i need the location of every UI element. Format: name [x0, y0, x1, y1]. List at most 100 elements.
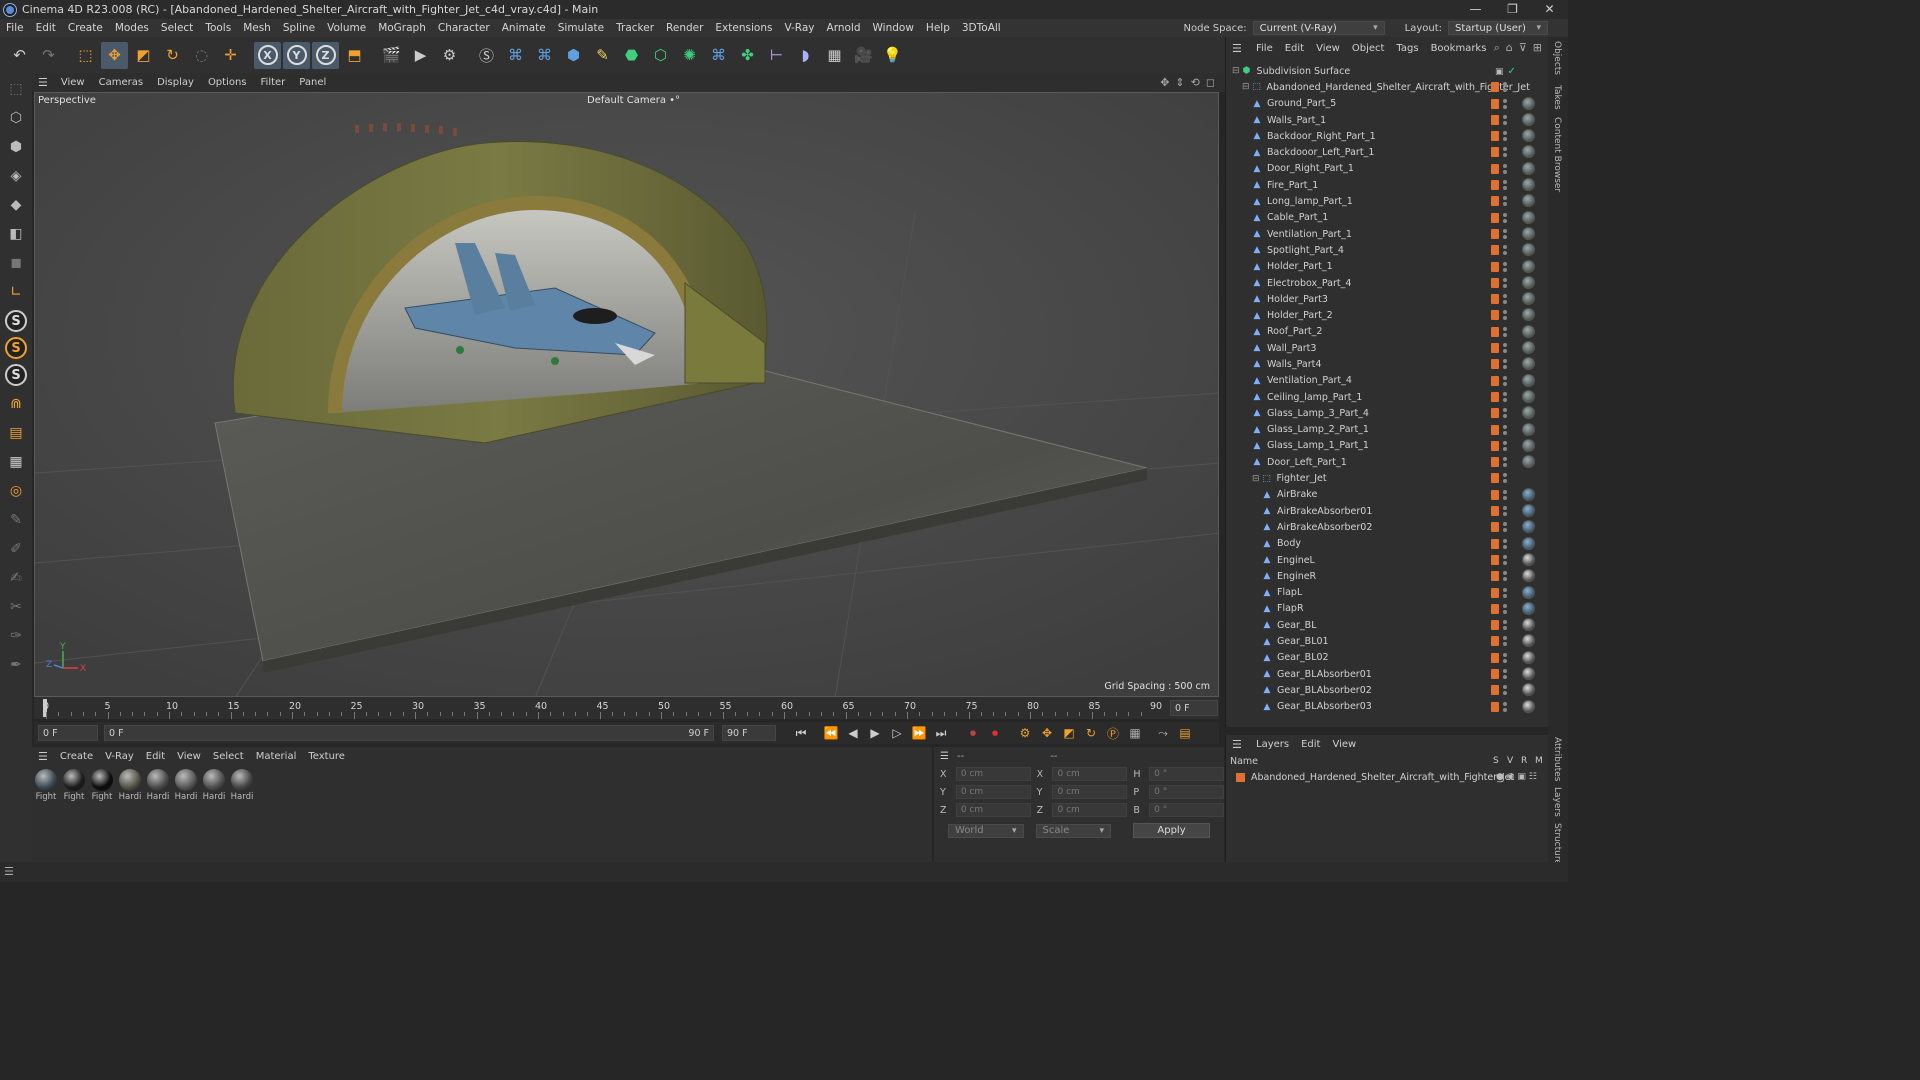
python-icon[interactable]: ⌘ [502, 42, 529, 69]
render-settings-icon[interactable]: ⚙ [436, 42, 463, 69]
layer-color-tag[interactable] [1491, 359, 1499, 370]
texture-mode-icon[interactable]: ◆ [3, 192, 29, 218]
enable-check-icon[interactable]: ▣ [1495, 67, 1504, 77]
object-row[interactable]: ▲ Cable_Part_1 [1226, 210, 1541, 226]
home-icon[interactable]: ⌂ [1506, 41, 1513, 55]
node-space-select[interactable]: Current (V-Ray) [1252, 21, 1385, 35]
menu-modes[interactable]: Modes [109, 22, 155, 34]
object-row[interactable]: ▲ FlapL [1226, 585, 1541, 601]
grid-icon[interactable]: ▦ [3, 449, 29, 475]
current-frame-field[interactable]: 0 F [1170, 700, 1218, 716]
om-menu-object[interactable]: Object [1346, 43, 1391, 54]
menu-arnold[interactable]: Arnold [821, 22, 867, 34]
layer-color-tag[interactable] [1491, 506, 1499, 517]
layer-color-tag[interactable] [1491, 457, 1499, 468]
layer-color-tag[interactable] [1491, 620, 1499, 631]
end-frame-field[interactable]: 90 F [722, 725, 776, 741]
next-frame-icon[interactable]: ▷ [886, 723, 908, 743]
material-tag-icon[interactable] [1522, 161, 1535, 175]
material-thumbnail[interactable]: Hardi [118, 769, 142, 802]
layer-color-tag[interactable] [1491, 277, 1499, 288]
layer-color-tag[interactable] [1491, 180, 1499, 191]
layer-color-tag[interactable] [1491, 343, 1499, 354]
coordinate-input[interactable]: 0 cm [955, 803, 1031, 817]
visibility-dots[interactable] [1503, 587, 1507, 598]
layout-select[interactable]: Startup (User) [1448, 21, 1548, 35]
layer-color-tag[interactable] [1491, 261, 1499, 272]
material-tag-icon[interactable] [1522, 275, 1535, 289]
object-row[interactable]: ▲ Ventilation_Part_1 [1226, 226, 1541, 242]
visibility-dots[interactable] [1503, 603, 1507, 614]
extrude-icon[interactable]: ⬡ [647, 42, 674, 69]
viewport-menu-display[interactable]: Display [150, 77, 201, 88]
material-thumbnail[interactable]: Hardi [230, 769, 254, 802]
layer-visibility-icons[interactable]: ● ◉ ▣ ☷ [1496, 772, 1537, 782]
layer-color-tag[interactable] [1491, 408, 1499, 419]
menu-animate[interactable]: Animate [496, 22, 552, 34]
object-row[interactable]: ▲ AirBrakeAbsorber01 [1226, 503, 1541, 519]
material-thumbnail[interactable]: Fight [34, 769, 58, 802]
next-key-icon[interactable]: ⏩ [908, 723, 930, 743]
material-tag-icon[interactable] [1522, 666, 1535, 680]
scale-icon[interactable]: ◩ [130, 42, 157, 69]
object-row[interactable]: ▲ Long_lamp_Part_1 [1226, 193, 1541, 209]
cloner-icon[interactable]: ✺ [676, 42, 703, 69]
visibility-dots[interactable] [1503, 114, 1507, 125]
visibility-dots[interactable] [1503, 457, 1507, 468]
layer-color-tag[interactable] [1491, 163, 1499, 174]
polygons-mode-icon[interactable]: ⬢ [3, 134, 29, 160]
visibility-dots[interactable] [1503, 701, 1507, 712]
object-row[interactable]: ▲ Body [1226, 536, 1541, 552]
visibility-dots[interactable] [1503, 82, 1507, 93]
material-tag-icon[interactable] [1522, 373, 1535, 387]
key-scale-icon[interactable]: ◩ [1058, 723, 1080, 743]
layer-color-tag[interactable] [1491, 440, 1499, 451]
viewport-menu-cameras[interactable]: Cameras [92, 77, 150, 88]
vray-icon[interactable]: Ⓢ [473, 42, 500, 69]
object-row[interactable]: ▲ Glass_Lamp_1_Part_1 [1226, 438, 1541, 454]
visibility-dots[interactable] [1503, 294, 1507, 305]
layer-color-tag[interactable] [1491, 391, 1499, 402]
visibility-dots[interactable] [1503, 440, 1507, 451]
live-select-icon[interactable]: ⬚ [72, 42, 99, 69]
object-row[interactable]: ▲ Electrobox_Part_4 [1226, 275, 1541, 291]
visibility-dots[interactable] [1503, 261, 1507, 272]
material-tag-icon[interactable] [1522, 699, 1535, 713]
side-tab-layers[interactable]: Layers [1552, 787, 1562, 817]
coordinate-input[interactable]: 0 cm [955, 767, 1031, 781]
previous-key-icon[interactable]: ⏪ [820, 723, 842, 743]
timeline-window-icon[interactable]: ▤ [1174, 723, 1196, 743]
start-frame-field[interactable]: 0 F [38, 725, 98, 741]
menu-simulate[interactable]: Simulate [552, 22, 610, 34]
visibility-dots[interactable] [1503, 620, 1507, 631]
material-menu-edit[interactable]: Edit [140, 751, 171, 762]
minimize-button[interactable]: — [1457, 0, 1494, 19]
visibility-dots[interactable] [1503, 636, 1507, 647]
s-tool-3-icon[interactable]: S [5, 364, 27, 386]
visibility-dots[interactable] [1503, 98, 1507, 109]
layer-color-tag[interactable] [1491, 571, 1499, 582]
layer-color-tag[interactable] [1491, 522, 1499, 533]
motion-system-icon[interactable]: ⤳ [1152, 723, 1174, 743]
layer-color-tag[interactable] [1491, 489, 1499, 500]
material-tag-icon[interactable] [1522, 650, 1535, 664]
visibility-dots[interactable] [1503, 147, 1507, 158]
object-row[interactable]: ▲ Fire_Part_1 [1226, 177, 1541, 193]
object-row[interactable]: ▲ EngineR [1226, 568, 1541, 584]
recent-tools-icon[interactable]: ◌ [188, 42, 215, 69]
material-thumbnail[interactable]: Fight [90, 769, 114, 802]
visibility-dots[interactable] [1503, 668, 1507, 679]
material-tag-icon[interactable] [1522, 389, 1535, 403]
object-row[interactable]: ▲ Roof_Part_2 [1226, 324, 1541, 340]
object-row[interactable]: ▲ Glass_Lamp_2_Part_1 [1226, 422, 1541, 438]
material-tag-icon[interactable] [1522, 292, 1535, 306]
visibility-dots[interactable] [1503, 277, 1507, 288]
transform-icon[interactable]: ✛ [217, 42, 244, 69]
record-keys-icon[interactable]: ⏺ [962, 723, 984, 743]
om-menu-file[interactable]: File [1250, 43, 1279, 54]
layer-color-tag[interactable] [1491, 652, 1499, 663]
material-tag-icon[interactable] [1522, 243, 1535, 257]
menu-3dtoall[interactable]: 3DToAll [956, 22, 1007, 34]
material-tag-icon[interactable] [1522, 683, 1535, 697]
material-tag-icon[interactable] [1522, 585, 1535, 599]
